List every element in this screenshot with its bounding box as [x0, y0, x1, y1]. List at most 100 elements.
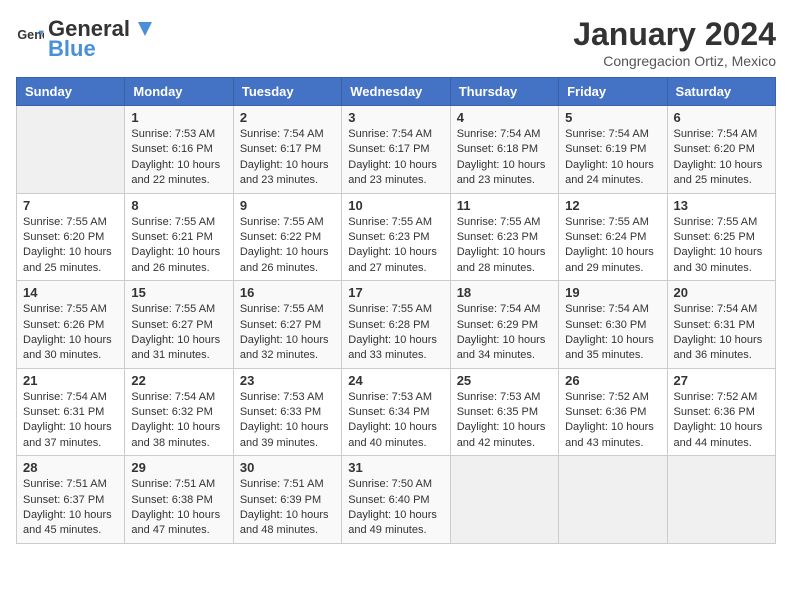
calendar-cell: 14Sunrise: 7:55 AMSunset: 6:26 PMDayligh… [17, 281, 125, 369]
cell-text: Sunset: 6:21 PM [131, 230, 226, 245]
cell-text: and 31 minutes. [131, 348, 226, 363]
cell-text: and 34 minutes. [457, 348, 552, 363]
cell-text: Sunrise: 7:52 AM [565, 390, 660, 405]
cell-text: Daylight: 10 hours [240, 508, 335, 523]
cell-text: and 23 minutes. [457, 173, 552, 188]
cell-text: Sunrise: 7:55 AM [348, 215, 443, 230]
cell-text: and 47 minutes. [131, 523, 226, 538]
day-number: 29 [131, 460, 226, 475]
cell-text: Sunrise: 7:51 AM [131, 477, 226, 492]
cell-text: Daylight: 10 hours [457, 420, 552, 435]
cell-text: Sunrise: 7:55 AM [565, 215, 660, 230]
calendar-cell: 25Sunrise: 7:53 AMSunset: 6:35 PMDayligh… [450, 368, 558, 456]
cell-text: and 33 minutes. [348, 348, 443, 363]
cell-text: Sunset: 6:16 PM [131, 142, 226, 157]
column-header-monday: Monday [125, 78, 233, 106]
cell-text: Daylight: 10 hours [565, 333, 660, 348]
cell-text: Daylight: 10 hours [457, 245, 552, 260]
cell-text: Sunrise: 7:53 AM [240, 390, 335, 405]
calendar-cell: 21Sunrise: 7:54 AMSunset: 6:31 PMDayligh… [17, 368, 125, 456]
calendar-cell [559, 456, 667, 544]
day-number: 23 [240, 373, 335, 388]
cell-text: Sunrise: 7:53 AM [457, 390, 552, 405]
cell-text: Daylight: 10 hours [348, 245, 443, 260]
calendar-cell: 24Sunrise: 7:53 AMSunset: 6:34 PMDayligh… [342, 368, 450, 456]
cell-text: Sunset: 6:39 PM [240, 493, 335, 508]
day-number: 26 [565, 373, 660, 388]
cell-text: Sunset: 6:25 PM [674, 230, 769, 245]
cell-text: Sunset: 6:36 PM [674, 405, 769, 420]
cell-text: Sunset: 6:28 PM [348, 318, 443, 333]
calendar-week-1: 1Sunrise: 7:53 AMSunset: 6:16 PMDaylight… [17, 106, 776, 194]
cell-text: Daylight: 10 hours [674, 245, 769, 260]
cell-text: and 36 minutes. [674, 348, 769, 363]
cell-text: and 44 minutes. [674, 436, 769, 451]
cell-text: Sunrise: 7:51 AM [240, 477, 335, 492]
cell-text: Sunset: 6:18 PM [457, 142, 552, 157]
cell-text: Sunset: 6:40 PM [348, 493, 443, 508]
calendar-cell: 10Sunrise: 7:55 AMSunset: 6:23 PMDayligh… [342, 193, 450, 281]
cell-text: Daylight: 10 hours [23, 333, 118, 348]
cell-text: Daylight: 10 hours [23, 420, 118, 435]
cell-text: Sunset: 6:27 PM [240, 318, 335, 333]
cell-text: Sunrise: 7:52 AM [674, 390, 769, 405]
cell-text: Daylight: 10 hours [131, 420, 226, 435]
day-number: 7 [23, 198, 118, 213]
calendar-cell: 18Sunrise: 7:54 AMSunset: 6:29 PMDayligh… [450, 281, 558, 369]
cell-text: Sunrise: 7:55 AM [131, 215, 226, 230]
cell-text: Sunset: 6:26 PM [23, 318, 118, 333]
cell-text: Sunset: 6:17 PM [348, 142, 443, 157]
cell-text: and 30 minutes. [674, 261, 769, 276]
cell-text: Sunset: 6:22 PM [240, 230, 335, 245]
day-number: 11 [457, 198, 552, 213]
calendar-cell: 11Sunrise: 7:55 AMSunset: 6:23 PMDayligh… [450, 193, 558, 281]
cell-text: Sunset: 6:37 PM [23, 493, 118, 508]
day-number: 13 [674, 198, 769, 213]
page-header: General General Blue January 2024 Congre… [16, 16, 776, 69]
cell-text: Sunset: 6:20 PM [23, 230, 118, 245]
title-block: January 2024 Congregacion Ortiz, Mexico [573, 16, 776, 69]
cell-text: and 26 minutes. [131, 261, 226, 276]
calendar-cell: 8Sunrise: 7:55 AMSunset: 6:21 PMDaylight… [125, 193, 233, 281]
day-number: 4 [457, 110, 552, 125]
calendar-cell: 9Sunrise: 7:55 AMSunset: 6:22 PMDaylight… [233, 193, 341, 281]
day-number: 19 [565, 285, 660, 300]
cell-text: Sunrise: 7:54 AM [457, 302, 552, 317]
calendar-header-row: SundayMondayTuesdayWednesdayThursdayFrid… [17, 78, 776, 106]
day-number: 14 [23, 285, 118, 300]
calendar-cell: 7Sunrise: 7:55 AMSunset: 6:20 PMDaylight… [17, 193, 125, 281]
location-subtitle: Congregacion Ortiz, Mexico [573, 53, 776, 69]
cell-text: Sunrise: 7:54 AM [565, 302, 660, 317]
cell-text: and 30 minutes. [23, 348, 118, 363]
cell-text: Sunrise: 7:54 AM [348, 127, 443, 142]
cell-text: and 40 minutes. [348, 436, 443, 451]
cell-text: Daylight: 10 hours [348, 508, 443, 523]
calendar-cell: 27Sunrise: 7:52 AMSunset: 6:36 PMDayligh… [667, 368, 775, 456]
cell-text: Daylight: 10 hours [674, 333, 769, 348]
cell-text: Daylight: 10 hours [23, 245, 118, 260]
cell-text: Sunset: 6:32 PM [131, 405, 226, 420]
day-number: 17 [348, 285, 443, 300]
day-number: 1 [131, 110, 226, 125]
cell-text: and 48 minutes. [240, 523, 335, 538]
day-number: 28 [23, 460, 118, 475]
cell-text: Daylight: 10 hours [131, 158, 226, 173]
calendar-cell: 30Sunrise: 7:51 AMSunset: 6:39 PMDayligh… [233, 456, 341, 544]
cell-text: Sunset: 6:36 PM [565, 405, 660, 420]
cell-text: Daylight: 10 hours [131, 333, 226, 348]
cell-text: Daylight: 10 hours [240, 420, 335, 435]
calendar-cell: 2Sunrise: 7:54 AMSunset: 6:17 PMDaylight… [233, 106, 341, 194]
cell-text: Sunset: 6:29 PM [457, 318, 552, 333]
cell-text: Daylight: 10 hours [348, 420, 443, 435]
calendar-cell: 15Sunrise: 7:55 AMSunset: 6:27 PMDayligh… [125, 281, 233, 369]
calendar-cell: 1Sunrise: 7:53 AMSunset: 6:16 PMDaylight… [125, 106, 233, 194]
cell-text: Sunrise: 7:54 AM [674, 127, 769, 142]
day-number: 21 [23, 373, 118, 388]
cell-text: Sunrise: 7:54 AM [457, 127, 552, 142]
day-number: 22 [131, 373, 226, 388]
cell-text: Daylight: 10 hours [240, 158, 335, 173]
cell-text: Daylight: 10 hours [131, 245, 226, 260]
cell-text: Daylight: 10 hours [240, 333, 335, 348]
svg-text:General: General [17, 28, 44, 42]
cell-text: and 42 minutes. [457, 436, 552, 451]
